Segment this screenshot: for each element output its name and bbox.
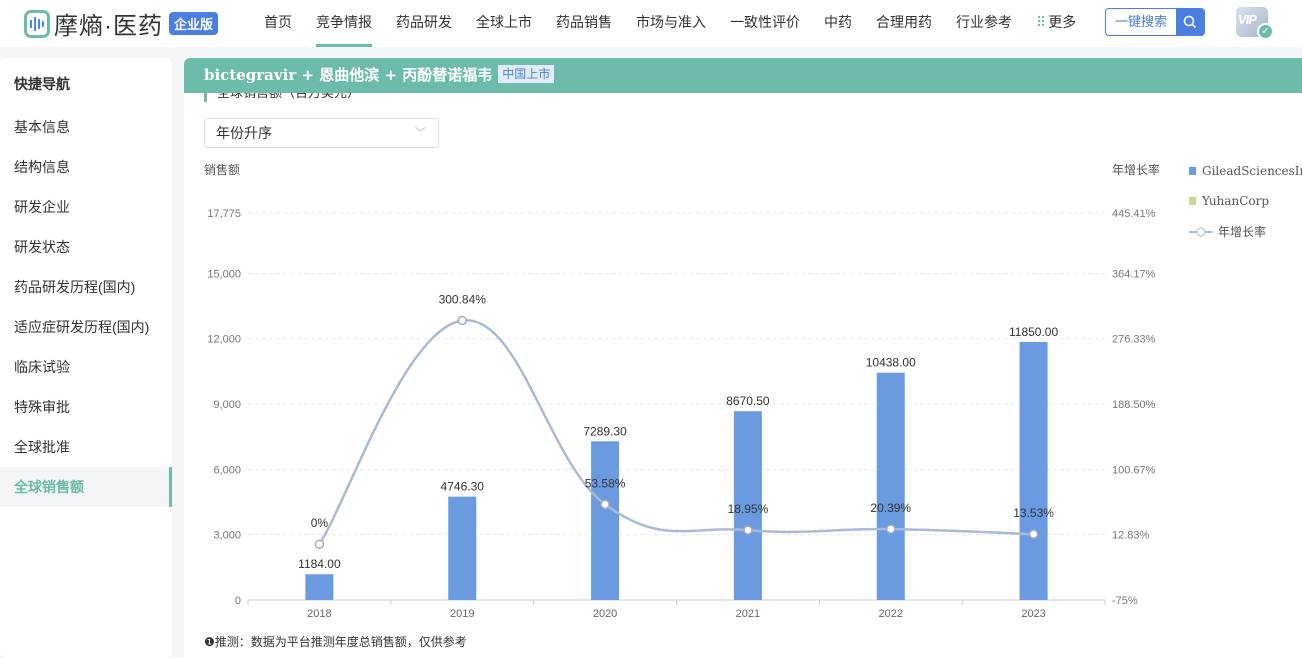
- legend-item: YuhanCorp: [1201, 194, 1269, 208]
- bar-value-label: 7289.30: [583, 424, 627, 438]
- bar-value-label: 4746.30: [441, 480, 485, 494]
- estimate-note: ❶推测：数据为平台推测年度总销售额，仅供参考: [204, 635, 467, 649]
- sales-bar: [876, 372, 905, 600]
- growth-rate-point: [1028, 529, 1039, 539]
- growth-rate-point: [743, 525, 753, 535]
- growth-rate-label: 18.95%: [728, 502, 769, 516]
- y2-tick-label: 188.50%: [1112, 399, 1156, 411]
- y2-tick-label: 276.33%: [1112, 334, 1156, 346]
- y-tick-label: 9,000: [213, 399, 241, 411]
- y2-tick-label: 364.17%: [1112, 268, 1156, 280]
- legend-item: 年增长率: [1218, 224, 1266, 239]
- bar-value-label: 8670.50: [726, 394, 770, 408]
- growth-rate-label: 13.53%: [1013, 506, 1054, 520]
- bar-value-label: 11850.00: [1009, 325, 1058, 339]
- x-tick-label: 2023: [1021, 608, 1045, 620]
- y-tick-label: 0: [235, 595, 241, 607]
- y2-tick-label: 100.67%: [1112, 464, 1156, 476]
- y2-axis-label: 年增长率: [1112, 162, 1160, 177]
- x-tick-label: 2021: [736, 608, 760, 620]
- y-tick-label: 6,000: [213, 464, 241, 476]
- y-axis-label: 销售额: [204, 162, 240, 177]
- sales-bar: [305, 574, 334, 600]
- y2-tick-label: 12.83%: [1112, 530, 1150, 542]
- drug-title: bictegravir + 恩曲他滨 + 丙酚替诺福韦: [204, 66, 493, 84]
- growth-rate-point: [457, 315, 467, 326]
- sales-bar: [448, 496, 477, 600]
- y-tick-label: 12,000: [207, 334, 241, 346]
- growth-rate-label: 53.58%: [585, 476, 626, 490]
- bar-value-label: 10438.00: [866, 356, 916, 370]
- x-tick-label: 2022: [879, 608, 903, 620]
- legend-point-icon: [1196, 227, 1206, 237]
- drug-banner: bictegravir + 恩曲他滨 + 丙酚替诺福韦 中国上市: [184, 58, 1302, 93]
- x-tick-label: 2018: [307, 608, 331, 620]
- market-status-tag: 中国上市: [498, 65, 555, 83]
- sales-bar: [591, 441, 620, 600]
- growth-rate-point: [886, 524, 896, 534]
- growth-rate-label: 0%: [311, 516, 329, 530]
- growth-rate-line: [318, 319, 1034, 545]
- y-tick-label: 17,775: [207, 208, 241, 220]
- sales-bar: [1019, 342, 1048, 600]
- growth-rate-label: 300.84%: [439, 293, 487, 307]
- x-tick-label: 2020: [593, 608, 617, 620]
- legend-item: GileadSciencesInc: [1202, 164, 1302, 178]
- y2-tick-label: 445.41%: [1112, 208, 1156, 220]
- y-tick-label: 15,000: [207, 268, 241, 280]
- bar-value-label: 1184.00: [298, 557, 341, 571]
- growth-rate-point: [600, 499, 610, 510]
- legend-swatch: [1189, 167, 1196, 175]
- y2-tick-label: -75%: [1112, 595, 1138, 607]
- x-tick-label: 2019: [450, 608, 474, 620]
- growth-rate-label: 20.39%: [870, 501, 911, 515]
- growth-rate-point: [314, 539, 325, 549]
- legend-swatch: [1189, 197, 1196, 205]
- y-tick-label: 3,000: [213, 530, 241, 542]
- sales-chart: 0 -75% 3,000 12.83% 6,000 100.67% 9,000 188.50%…: [204, 162, 1302, 620]
